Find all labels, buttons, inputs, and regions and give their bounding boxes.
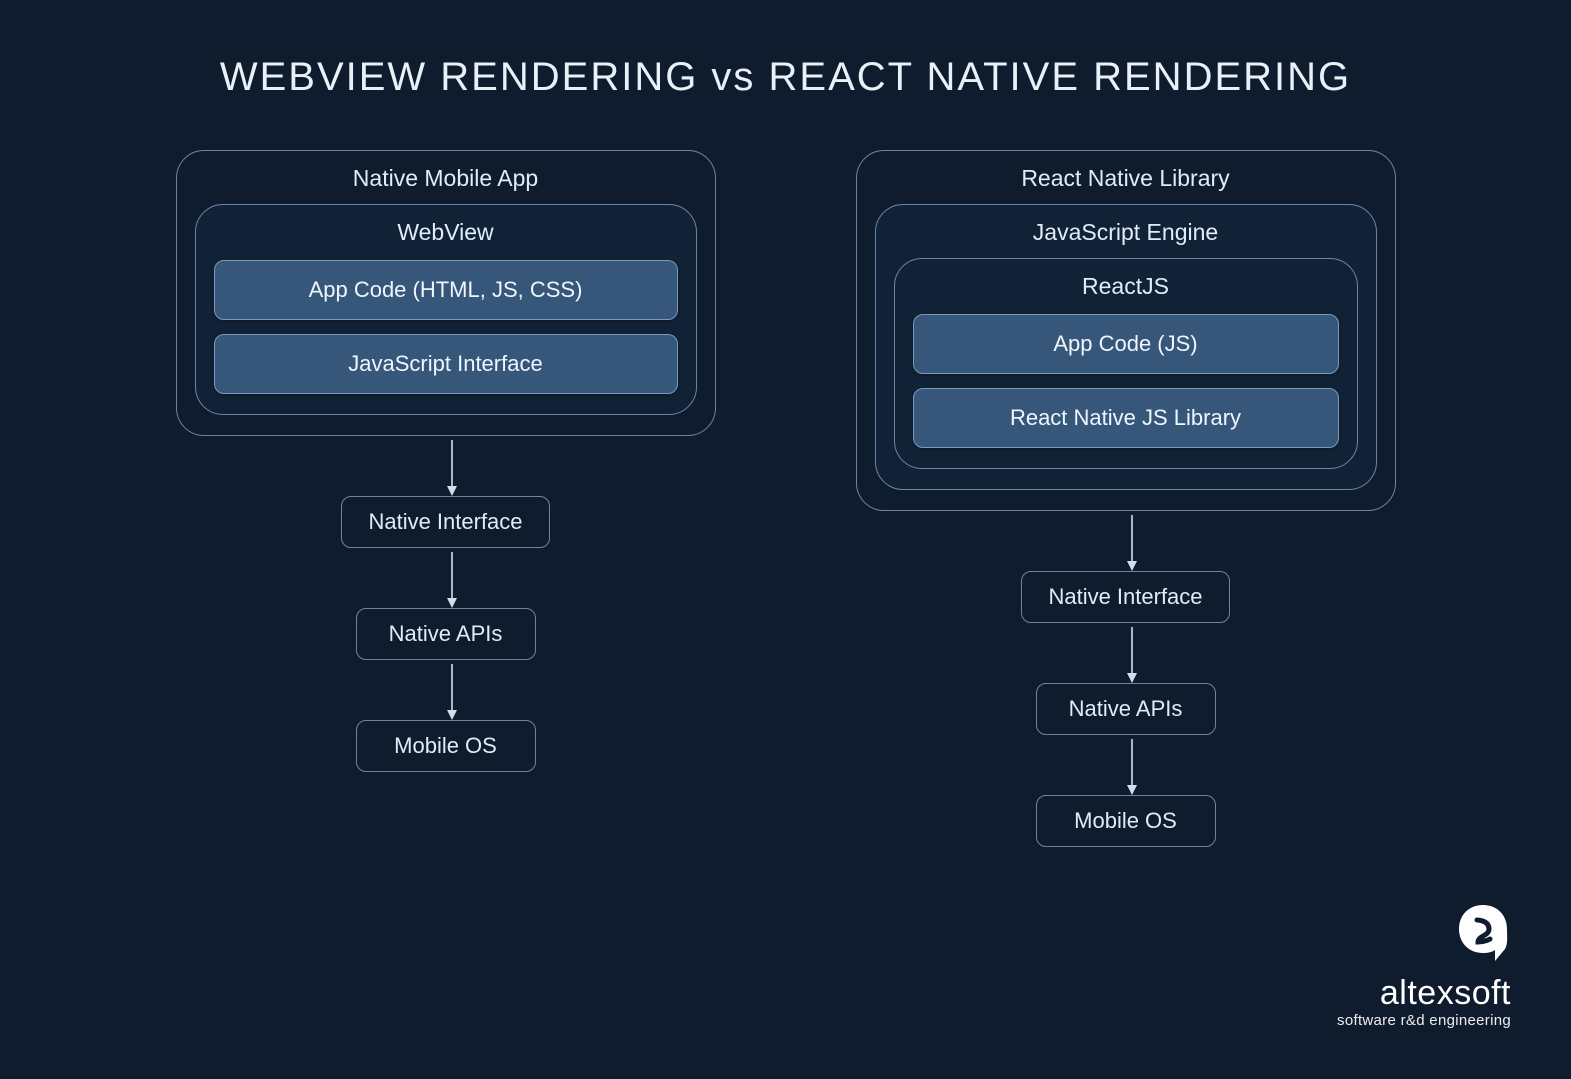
javascript-engine-box: JavaScript Engine ReactJS App Code (JS) … (875, 204, 1377, 490)
mobile-os-box: Mobile OS (356, 720, 536, 772)
mobile-os-box: Mobile OS (1036, 795, 1216, 847)
javascript-engine-label: JavaScript Engine (894, 219, 1358, 246)
native-interface-box: Native Interface (1021, 571, 1229, 623)
brand-name: altexsoft (1337, 976, 1511, 1010)
reactjs-box: ReactJS App Code (JS) React Native JS Li… (894, 258, 1358, 469)
react-native-library-label: React Native Library (875, 165, 1377, 192)
reactjs-label: ReactJS (913, 273, 1339, 300)
arrow-icon (445, 664, 447, 716)
react-native-column: React Native Library JavaScript Engine R… (856, 150, 1396, 847)
arrow-icon (445, 440, 447, 492)
native-apis-box: Native APIs (356, 608, 536, 660)
native-mobile-app-box: Native Mobile App WebView App Code (HTML… (176, 150, 716, 436)
webview-box: WebView App Code (HTML, JS, CSS) JavaScr… (195, 204, 697, 415)
react-native-library-box: React Native Library JavaScript Engine R… (856, 150, 1396, 511)
logo-icon (1455, 903, 1511, 968)
brand-logo: altexsoft software r&d engineering (1337, 903, 1511, 1029)
app-code-js-box: App Code (JS) (913, 314, 1339, 374)
javascript-interface-box: JavaScript Interface (214, 334, 678, 394)
native-mobile-app-label: Native Mobile App (195, 165, 697, 192)
webview-column: Native Mobile App WebView App Code (HTML… (176, 150, 716, 847)
app-code-box: App Code (HTML, JS, CSS) (214, 260, 678, 320)
arrow-icon (1125, 627, 1127, 679)
arrow-icon (1125, 739, 1127, 791)
arrow-icon (1125, 515, 1127, 567)
brand-tagline: software r&d engineering (1337, 1012, 1511, 1029)
diagram-columns: Native Mobile App WebView App Code (HTML… (0, 150, 1571, 847)
arrow-icon (445, 552, 447, 604)
webview-label: WebView (214, 219, 678, 246)
react-native-js-library-box: React Native JS Library (913, 388, 1339, 448)
native-interface-box: Native Interface (341, 496, 549, 548)
page-title: WEBVIEW RENDERING vs REACT NATIVE RENDER… (0, 0, 1571, 100)
native-apis-box: Native APIs (1036, 683, 1216, 735)
